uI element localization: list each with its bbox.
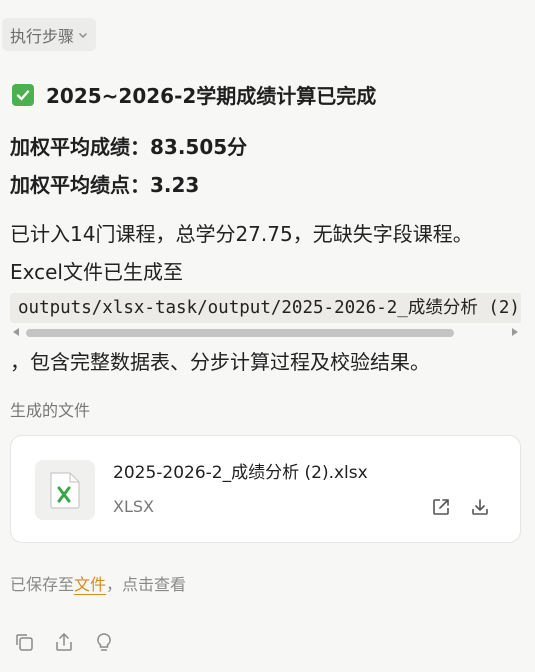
open-external-icon[interactable] (430, 496, 452, 518)
file-card[interactable]: 2025-2026-2_成绩分析 (2).xlsx XLSX (10, 435, 521, 543)
steps-label: 执行步骤 (10, 26, 75, 46)
horizontal-scrollbar[interactable] (10, 325, 521, 339)
saved-suffix: ，点击查看 (106, 575, 187, 594)
share-icon[interactable] (52, 630, 76, 654)
weighted-gpa: 加权平均绩点：3.23 (10, 173, 200, 197)
generated-files-label: 生成的文件 (10, 401, 91, 420)
output-path-code[interactable]: outputs/xlsx-task/output/2025-2026-2_成绩分… (10, 293, 521, 323)
weighted-score: 加权平均成绩：83.505分 (10, 135, 248, 159)
check-mark-icon (12, 83, 34, 106)
scroll-left-arrow-icon[interactable] (13, 328, 19, 336)
copy-icon[interactable] (12, 630, 36, 654)
xlsx-file-icon (35, 460, 95, 520)
scroll-right-arrow-icon[interactable] (512, 328, 518, 336)
file-name: 2025-2026-2_成绩分析 (2).xlsx (113, 463, 368, 483)
summary-text: 已计入14门课程，总学分27.75，无缺失字段课程。 (10, 222, 473, 246)
contents-text: ，包含完整数据表、分步计算过程及校验结果。 (10, 350, 430, 374)
output-path: outputs/xlsx-task/output/2025-2026-2_成绩分… (10, 293, 521, 323)
download-icon[interactable] (469, 496, 491, 518)
lightbulb-icon[interactable] (92, 630, 116, 654)
steps-toggle-button[interactable]: 执行步骤 (2, 18, 97, 51)
saved-prefix: 已保存至 (10, 575, 75, 594)
excel-prefix-text: Excel文件已生成至 (10, 260, 183, 284)
files-link[interactable]: 文件 (74, 575, 107, 595)
message-actions (12, 630, 116, 654)
scroll-thumb[interactable] (26, 329, 454, 337)
saved-notice: 已保存至文件，点击查看 (10, 571, 186, 595)
file-type: XLSX (113, 497, 154, 516)
result-title: 2025~2026-2学期成绩计算已完成 (12, 80, 376, 109)
chevron-down-icon (79, 32, 88, 38)
result-title-text: 2025~2026-2学期成绩计算已完成 (46, 84, 377, 108)
